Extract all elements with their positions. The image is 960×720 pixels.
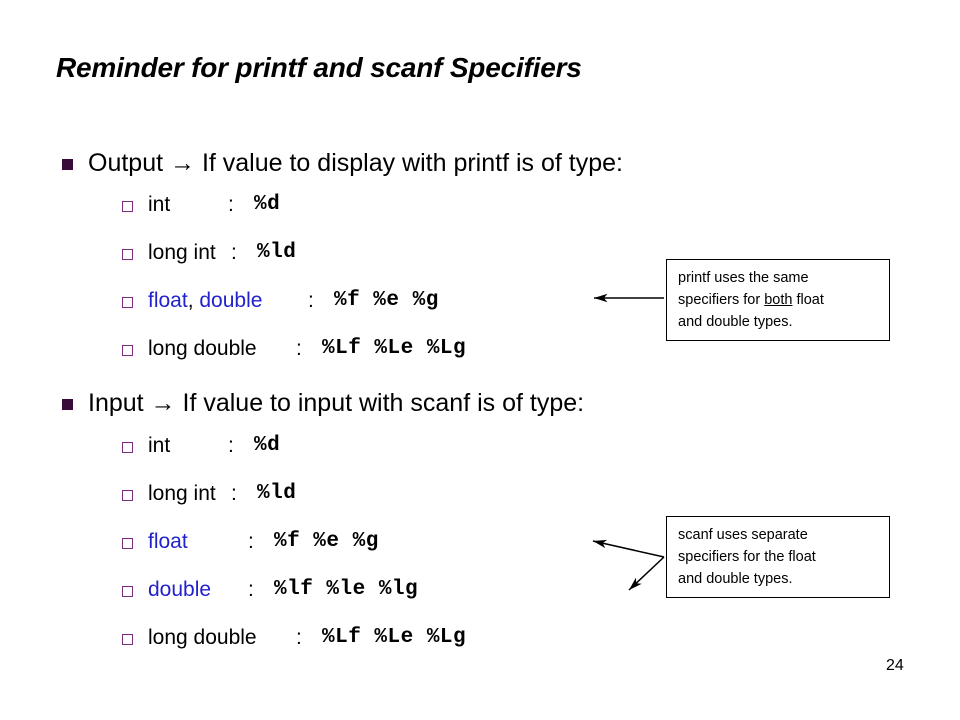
bullet-square-filled-icon (62, 399, 73, 410)
type-label: float (148, 530, 188, 553)
type-label: long int (148, 241, 216, 264)
type-label: double (148, 578, 212, 601)
bullet-square-hollow-icon (122, 249, 133, 260)
bullet-square-hollow-icon (122, 201, 133, 212)
bullet-square-hollow-icon (122, 442, 133, 453)
list-item: int : %d (122, 433, 280, 459)
type-label: long double (148, 337, 257, 360)
colon-separator: : (308, 289, 314, 312)
callout-scanf-note: scanf uses separate specifiers for the f… (666, 516, 890, 598)
format-specifier: %ld (257, 482, 297, 505)
colon-separator: : (296, 337, 302, 360)
type-label-float: float (148, 289, 188, 312)
format-specifier: %Lf %Le %Lg (322, 337, 467, 360)
list-item: float : %f %e %g (122, 529, 379, 555)
type-label: int (148, 434, 171, 457)
list-item: float, double : %f %e %g (122, 288, 439, 314)
format-specifier: %f %e %g (334, 289, 439, 312)
section-heading-output: Output → If value to display with printf… (62, 148, 623, 178)
list-item: long int : %ld (122, 240, 296, 266)
callout-line: and double types. (678, 571, 793, 587)
type-label: long double (148, 626, 257, 649)
bullet-square-hollow-icon (122, 297, 133, 308)
colon-separator: : (248, 578, 254, 601)
callout-printf-note: printf uses the same specifiers for both… (666, 259, 890, 341)
slide-body: Output → If value to display with printf… (0, 0, 960, 720)
colon-separator: : (231, 482, 237, 505)
format-specifier: %ld (257, 241, 297, 264)
format-specifier: %lf %le %lg (274, 578, 419, 601)
format-specifier: %f %e %g (274, 530, 379, 553)
slide: Reminder for printf and scanf Specifiers… (0, 0, 960, 720)
bullet-square-hollow-icon (122, 345, 133, 356)
bullet-square-hollow-icon (122, 634, 133, 645)
colon-separator: : (228, 193, 234, 216)
list-item: int : %d (122, 192, 280, 218)
list-item: long int : %ld (122, 481, 296, 507)
list-item: long double : %Lf %Le %Lg (122, 625, 466, 651)
format-specifier: %d (254, 434, 281, 457)
bullet-square-filled-icon (62, 159, 73, 170)
colon-separator: : (296, 626, 302, 649)
callout-line: and double types. (678, 314, 793, 330)
colon-separator: : (231, 241, 237, 264)
callout-line: specifiers for the float (678, 549, 816, 565)
callout-line: printf uses the same (678, 270, 809, 286)
colon-separator: : (248, 530, 254, 553)
format-specifier: %d (254, 193, 281, 216)
type-label-double: double (199, 289, 263, 312)
section-heading-input: Input → If value to input with scanf is … (62, 388, 584, 418)
callout-line: specifiers for both float (678, 292, 824, 308)
bullet-square-hollow-icon (122, 538, 133, 549)
type-label-comma: , (187, 289, 200, 312)
section-heading-text: Output → If value to display with printf… (88, 149, 623, 177)
format-specifier: %Lf %Le %Lg (322, 626, 467, 649)
type-label: int (148, 193, 171, 216)
type-label: float, double (148, 288, 308, 314)
callout-line: scanf uses separate (678, 527, 808, 543)
page-number: 24 (886, 657, 904, 674)
colon-separator: : (228, 434, 234, 457)
list-item: long double : %Lf %Le %Lg (122, 336, 466, 362)
bullet-square-hollow-icon (122, 490, 133, 501)
type-label: long int (148, 482, 216, 505)
bullet-square-hollow-icon (122, 586, 133, 597)
section-heading-text: Input → If value to input with scanf is … (88, 389, 585, 417)
list-item: double : %lf %le %lg (122, 577, 418, 603)
